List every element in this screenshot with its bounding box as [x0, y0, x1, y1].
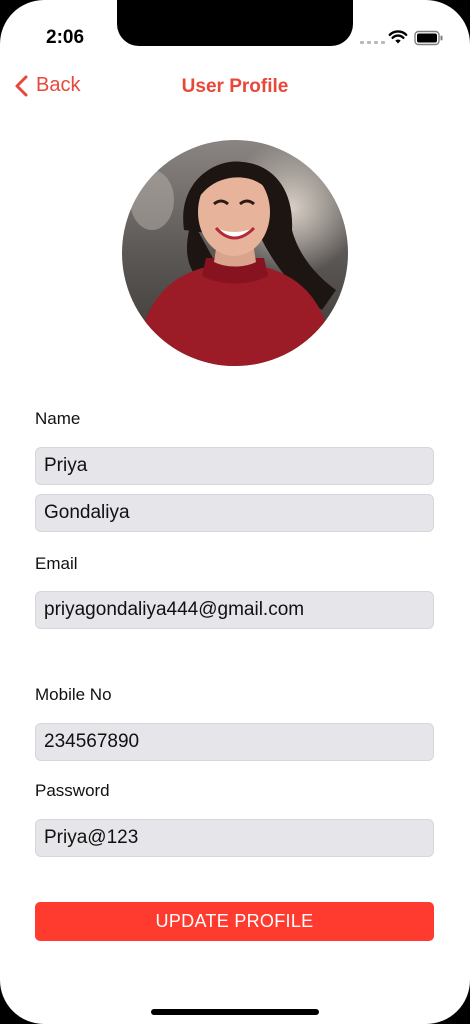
status-time: 2:06	[46, 27, 85, 48]
password-label: Password	[35, 781, 110, 800]
profile-photo	[122, 140, 348, 366]
mobile-input[interactable]	[35, 723, 434, 761]
page-title: User Profile	[181, 76, 289, 97]
profile-avatar[interactable]	[122, 140, 348, 366]
device-notch	[117, 0, 353, 46]
battery-icon	[414, 30, 443, 46]
last-name-input[interactable]	[35, 494, 434, 532]
email-input[interactable]	[35, 591, 434, 629]
phone-screen: 2:06 Back User Profile Name Priya Gondal…	[0, 0, 470, 1024]
name-label: Name	[35, 409, 81, 428]
first-name-input[interactable]	[35, 447, 434, 485]
mobile-label: Mobile No	[35, 685, 112, 704]
wifi-icon	[388, 30, 408, 44]
cellular-signal-icon	[360, 41, 385, 44]
email-label: Email	[35, 554, 78, 573]
password-input[interactable]	[35, 819, 434, 857]
home-indicator[interactable]	[151, 1009, 319, 1015]
update-profile-button[interactable]: UPDATE PROFILE	[35, 902, 434, 941]
